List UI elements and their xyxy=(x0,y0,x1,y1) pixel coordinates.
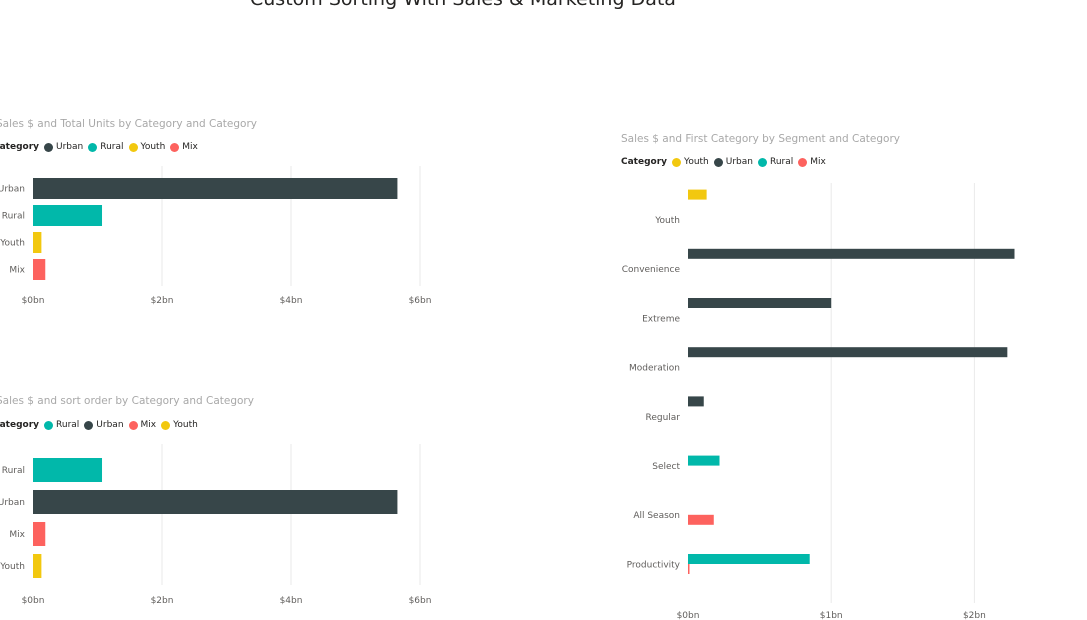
legend-label: Urban xyxy=(96,420,124,430)
x-tick-label: $4bn xyxy=(280,596,303,606)
legend-dot xyxy=(128,420,138,430)
legend-item-youth[interactable]: Youth xyxy=(161,420,198,430)
y-category-label: Rural xyxy=(2,212,25,222)
chart1-title: Sales $ and Total Units by Category and … xyxy=(0,118,258,130)
y-category-label: All Season xyxy=(633,511,680,521)
y-category-label: Regular xyxy=(645,413,680,423)
bar-select-rural xyxy=(688,455,720,466)
legend-dot xyxy=(672,157,682,167)
legend-item-rural[interactable]: Rural xyxy=(758,157,793,167)
y-category-label: Urban xyxy=(0,185,25,195)
y-category-label: Urban xyxy=(0,498,25,508)
legend-item-urban[interactable]: Urban xyxy=(44,142,83,152)
bar-youth-youth xyxy=(688,189,707,200)
chart2-plot: $0bn $2bn $4bn $6bn Rural Urban Mix Youth xyxy=(0,444,432,606)
legend-item-urban[interactable]: Urban xyxy=(84,420,124,430)
x-tick-label: $6bn xyxy=(409,296,432,306)
legend-label: Youth xyxy=(173,420,198,430)
bar-mix xyxy=(33,259,46,280)
bar-youth xyxy=(33,554,42,578)
y-category-label: Youth xyxy=(0,562,25,572)
y-category-label: Mix xyxy=(9,266,25,276)
legend-dot xyxy=(44,420,54,430)
legend-item-mix[interactable]: Mix xyxy=(128,420,157,430)
bar-productivity-mix xyxy=(688,564,690,574)
x-tick-label: $2bn xyxy=(151,296,174,306)
legend-label: Youth xyxy=(140,142,166,152)
x-tick-label: $0bn xyxy=(22,596,45,606)
bar-youth xyxy=(33,232,42,253)
legend-item-mix[interactable]: Mix xyxy=(798,157,826,167)
bar-extreme-urban xyxy=(688,298,832,308)
chart2-legend: Category Rural Urban Mix Youth xyxy=(0,420,203,430)
x-tick-label: $2bn xyxy=(963,611,986,620)
page-title: Custom Sorting With Sales & Marketing Da… xyxy=(250,0,676,10)
y-category-label: Moderation xyxy=(629,364,680,374)
legend-label: Rural xyxy=(770,157,794,167)
bar-moderation-urban xyxy=(688,347,1008,358)
chart3-plot: $0bn $1bn $2bn Youth Convenience Extreme Moder… xyxy=(622,183,1015,620)
bar-regular-urban xyxy=(688,396,704,407)
bar-all-season-mix xyxy=(688,514,714,525)
y-category-label: Select xyxy=(652,462,680,472)
legend-item-urban[interactable]: Urban xyxy=(713,157,753,167)
legend-label: Mix xyxy=(810,157,826,167)
legend-title: Category xyxy=(0,142,40,152)
legend-item-youth[interactable]: Youth xyxy=(672,157,709,167)
bar-rural xyxy=(33,458,103,482)
legend-item-youth[interactable]: Youth xyxy=(128,142,166,152)
legend-dot xyxy=(798,157,808,167)
bar-urban xyxy=(33,178,398,199)
legend-title: Category xyxy=(621,157,668,167)
legend-dot xyxy=(128,142,138,152)
legend-title: Category xyxy=(0,420,40,430)
legend-label: Rural xyxy=(56,420,80,430)
x-tick-label: $4bn xyxy=(280,296,303,306)
y-category-label: Productivity xyxy=(627,560,681,570)
y-category-label: Rural xyxy=(2,466,25,476)
bar-rural xyxy=(33,205,103,226)
y-category-label: Extreme xyxy=(642,314,680,324)
chart3-legend: Category Youth Urban Rural Mix xyxy=(621,157,831,167)
legend-dot xyxy=(170,142,180,152)
legend-label: Mix xyxy=(140,420,157,430)
bar-mix xyxy=(33,522,46,546)
y-category-label: Youth xyxy=(654,216,680,226)
x-tick-label: $1bn xyxy=(820,611,843,620)
bar-productivity-rural xyxy=(688,554,810,564)
x-tick-label: $2bn xyxy=(151,596,174,606)
legend-dot xyxy=(758,157,767,167)
chart3-title: Sales $ and First Category by Segment an… xyxy=(621,133,900,145)
legend-item-rural[interactable]: Rural xyxy=(88,142,124,152)
y-category-label: Mix xyxy=(9,530,25,540)
x-tick-label: $0bn xyxy=(677,611,700,620)
x-tick-label: $6bn xyxy=(409,596,432,606)
chart1-plot: $0bn $2bn $4bn $6bn Urban Rural Youth Mix xyxy=(0,166,432,306)
chart1-legend: Category Urban Rural Youth Mix xyxy=(0,142,203,152)
legend-item-mix[interactable]: Mix xyxy=(170,142,198,152)
legend-label: Urban xyxy=(725,157,753,167)
y-category-label: Youth xyxy=(0,239,25,249)
legend-dot xyxy=(84,420,94,430)
bar-convenience-urban xyxy=(688,248,1015,259)
x-tick-label: $0bn xyxy=(22,296,45,306)
legend-item-rural[interactable]: Rural xyxy=(44,420,79,430)
legend-dot xyxy=(713,157,723,167)
legend-dot xyxy=(44,142,54,152)
legend-dot xyxy=(88,142,98,152)
y-category-label: Convenience xyxy=(622,265,681,275)
legend-label: Mix xyxy=(182,142,198,152)
legend-label: Rural xyxy=(100,142,124,152)
legend-dot xyxy=(161,420,171,430)
legend-label: Urban xyxy=(56,142,84,152)
bar-urban xyxy=(33,490,398,514)
legend-label: Youth xyxy=(684,157,709,167)
chart2-title: Sales $ and sort order by Category and C… xyxy=(0,395,254,407)
